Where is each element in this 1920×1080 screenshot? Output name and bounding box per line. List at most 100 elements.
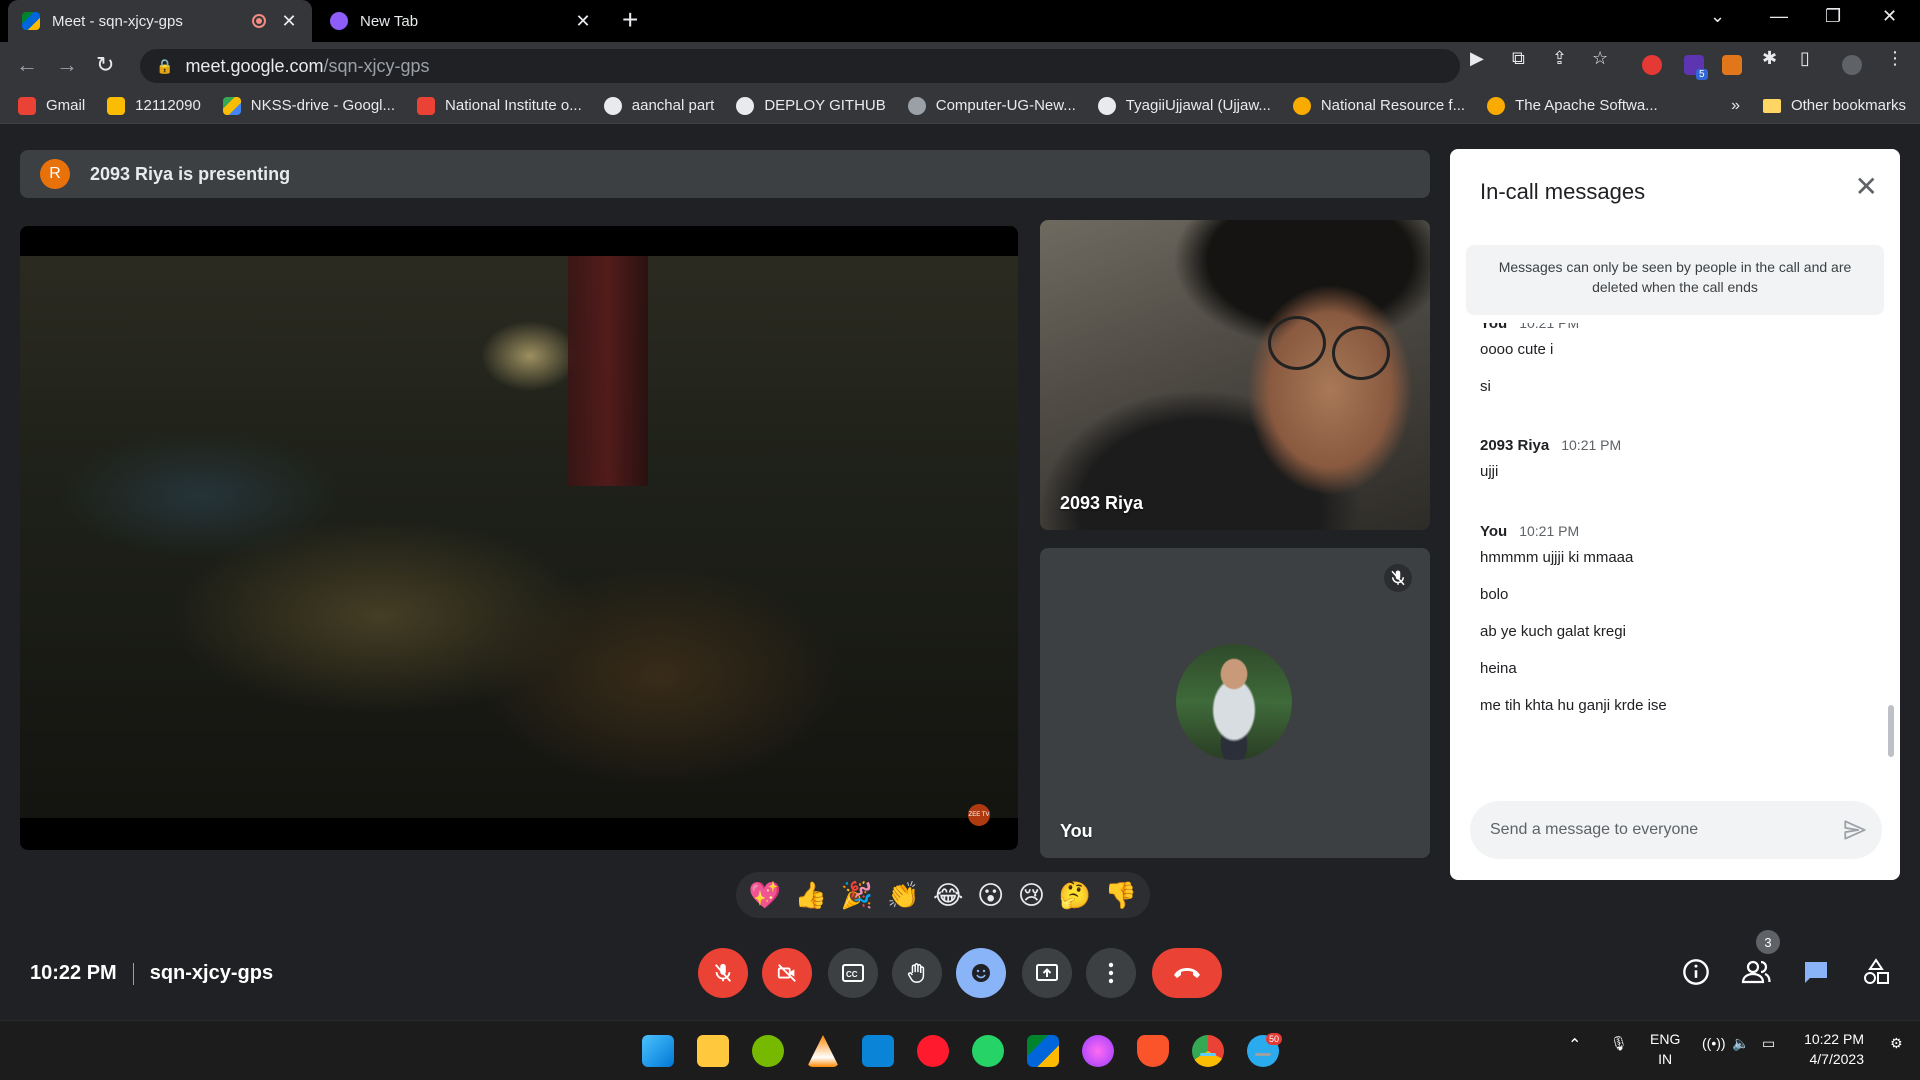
wifi-icon[interactable]: ((•)) [1702, 1035, 1726, 1051]
bookmark-label: National Resource f... [1320, 97, 1466, 114]
participant-name: You [1060, 821, 1093, 841]
reaction-thinking[interactable]: 🤔 [1059, 880, 1091, 910]
bookmark-item[interactable]: The Apache Softwa... [1487, 96, 1658, 115]
message-text: bolo [1480, 586, 1509, 603]
url-path: /sqn-xjcy-gps [323, 55, 430, 76]
tray-mic-icon[interactable]: 🎙 [1610, 1035, 1628, 1052]
window-close-button[interactable]: ✕ [1882, 6, 1897, 27]
tab-close-icon[interactable]: ✕ [280, 11, 298, 32]
reactions-button[interactable] [956, 948, 1006, 998]
meeting-details-button[interactable] [1676, 952, 1716, 992]
meeting-code: sqn-xjcy-gps [149, 962, 274, 984]
telegram-badge: 50 [1266, 1033, 1283, 1045]
brave-icon[interactable] [1137, 1035, 1169, 1067]
tab-meet[interactable]: Meet - sqn-xjcy-gps ✕ [8, 0, 312, 42]
bookmarks-overflow-button[interactable]: » [1731, 97, 1740, 115]
tray-clock[interactable]: 10:22 PM 4/7/2023 [1800, 1029, 1864, 1069]
vlc-icon[interactable] [807, 1035, 839, 1067]
browser-menu-icon[interactable]: ⋮ [1886, 48, 1904, 69]
other-bookmarks-label: Other bookmarks [1790, 97, 1906, 114]
participant-video-detail [1268, 316, 1326, 370]
chat-button[interactable] [1796, 952, 1836, 992]
bookmark-label: aanchal part [631, 97, 715, 114]
new-tab-button[interactable]: + [622, 6, 638, 34]
reload-icon[interactable]: ↻ [96, 52, 114, 78]
tray-chevron-up-icon[interactable]: ⌃ [1568, 1035, 1581, 1055]
reaction-thumbs-up[interactable]: 👍 [795, 880, 827, 910]
more-options-button[interactable] [1086, 948, 1136, 998]
close-icon[interactable]: ✕ [1855, 173, 1878, 201]
language-indicator[interactable]: ENG IN [1650, 1029, 1680, 1069]
participant-tile-riya[interactable]: 2093 Riya [1040, 220, 1430, 530]
windows-taskbar: 50 ⌃ 🎙 ENG IN ((•)) 🔈 ▭ 10:22 PM 4/7/202… [0, 1020, 1920, 1080]
bookmark-item[interactable]: DEPLOY GITHUB [736, 96, 886, 115]
message-list[interactable]: You 10:21 PM oooo cute i si 2093 Riya 10:2… [1450, 323, 1900, 763]
reaction-surprised[interactable]: 😮 [977, 880, 1004, 910]
reaction-sad[interactable]: 😢 [1018, 880, 1045, 910]
metamask-extension-icon[interactable] [1722, 55, 1742, 75]
file-explorer-icon[interactable] [697, 1035, 729, 1067]
reaction-clapping[interactable]: 👏 [887, 880, 919, 910]
bookmark-item[interactable]: Computer-UG-New... [907, 96, 1076, 115]
bookmark-item[interactable]: National Institute o... [417, 96, 582, 115]
bookmark-item[interactable]: TyagiiUjjawal (Ujjaw... [1097, 96, 1271, 115]
activities-button[interactable] [1856, 952, 1896, 992]
chrome-icon[interactable] [1192, 1035, 1224, 1067]
presenting-text: 2093 Riya is presenting [90, 163, 291, 184]
present-now-button[interactable] [1022, 948, 1072, 998]
tab-new-tab[interactable]: New Tab ✕ [316, 0, 606, 42]
bookmark-item[interactable]: aanchal part [603, 96, 715, 115]
utorrent-icon[interactable] [752, 1035, 784, 1067]
side-panel-icon[interactable]: ▯ [1800, 48, 1810, 69]
notification-bell-icon[interactable]: ⚙ [1890, 1035, 1903, 1052]
camera-in-use-icon[interactable]: ▶ [1470, 48, 1484, 69]
google-meet-icon[interactable] [1027, 1035, 1059, 1067]
clock-date: 4/7/2023 [1809, 1051, 1865, 1067]
bookmark-item[interactable]: NKSS-drive - Googl... [222, 96, 395, 115]
whatsapp-icon[interactable] [972, 1035, 1004, 1067]
address-bar[interactable]: 🔒 meet.google.com/sqn-xjcy-gps [140, 49, 1460, 83]
people-button[interactable] [1736, 952, 1776, 992]
extensions-puzzle-icon[interactable]: ✱ [1762, 48, 1777, 69]
battery-icon[interactable]: ▭ [1762, 1035, 1775, 1052]
reaction-party-popper[interactable]: 🎉 [841, 880, 873, 910]
tab-title: New Tab [360, 12, 419, 30]
send-icon[interactable] [1842, 817, 1868, 848]
launcher-l-icon[interactable] [862, 1035, 894, 1067]
bookmark-item[interactable]: Gmail [18, 96, 85, 115]
reaction-sparkling-heart[interactable]: 💖 [749, 880, 781, 910]
mic-toggle-button[interactable] [698, 948, 748, 998]
opera-icon[interactable] [917, 1035, 949, 1067]
tab-close-icon[interactable]: ✕ [574, 11, 592, 32]
camera-toggle-button[interactable] [762, 948, 812, 998]
minimize-button[interactable]: — [1770, 6, 1788, 27]
reaction-thumbs-down[interactable]: 👎 [1105, 880, 1137, 910]
lock-icon: 🔒 [156, 57, 174, 74]
profile-avatar[interactable] [1842, 55, 1862, 75]
share-icon[interactable]: ⇪ [1552, 48, 1567, 69]
open-in-new-icon[interactable]: ⧉ [1512, 48, 1525, 69]
bookmark-item[interactable]: 12112090 [107, 96, 201, 115]
raise-hand-button[interactable] [892, 948, 942, 998]
other-bookmarks-folder[interactable]: Other bookmarks [1762, 97, 1906, 114]
reaction-laughing[interactable]: 😂 [933, 880, 963, 910]
meeting-time: 10:22 PM [30, 962, 117, 984]
captions-button[interactable]: CC [828, 948, 878, 998]
message-input[interactable] [1490, 801, 1820, 859]
back-arrow-icon[interactable]: ← [16, 52, 38, 78]
participant-tile-you[interactable]: You [1040, 548, 1430, 858]
restore-button[interactable]: ❐ [1825, 6, 1841, 27]
forward-arrow-icon[interactable]: → [56, 52, 78, 78]
tab-search-icon[interactable]: ⌄ [1710, 6, 1725, 27]
extension-adblock-icon[interactable] [1642, 55, 1662, 75]
chat-scrollbar[interactable] [1888, 705, 1894, 757]
windows-start-icon[interactable] [642, 1035, 674, 1067]
leave-call-button[interactable] [1152, 948, 1222, 998]
bookmark-star-icon[interactable]: ☆ [1592, 48, 1608, 69]
volume-icon[interactable]: 🔈 [1732, 1035, 1749, 1052]
chrome-active-indicator [1200, 1053, 1216, 1056]
bookmark-item[interactable]: National Resource f... [1292, 96, 1466, 115]
chat-bubble-icon [1805, 962, 1827, 983]
app-flame-icon[interactable] [1082, 1035, 1114, 1067]
presentation-stage[interactable]: ZEE TV [20, 226, 1018, 850]
